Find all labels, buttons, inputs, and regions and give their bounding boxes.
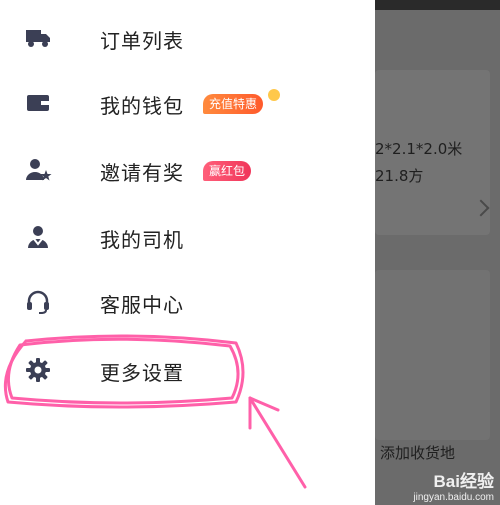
user-star-icon	[22, 155, 54, 185]
order-card: 2*2.1*2.0米 21.8方	[375, 70, 490, 235]
add-destination-text: 添加收货地	[380, 444, 456, 462]
red-packet-badge: 赢红包	[203, 161, 252, 181]
wallet-icon	[22, 88, 54, 118]
menu-item-label: 邀请有奖	[100, 161, 184, 185]
cargo-size-text: 2*2.1*2.0米	[375, 140, 463, 158]
menu-item-my-driver[interactable]: 我的司机	[0, 207, 375, 267]
menu-item-invite[interactable]: 邀请有奖 赢红包	[0, 140, 375, 200]
promo-badge: 充值特惠	[203, 94, 264, 114]
menu-item-order-list[interactable]: 订单列表	[0, 8, 375, 68]
watermark: Bai经验 jingyan.baidu.com	[413, 467, 494, 503]
background-app-dimmed: 2*2.1*2.0米 21.8方 添加收货地 Bai经验 jingyan.bai…	[375, 0, 500, 505]
gear-icon	[22, 355, 54, 385]
status-bar	[375, 0, 500, 10]
cargo-volume-text: 21.8方	[375, 167, 424, 185]
menu-item-wallet[interactable]: 我的钱包 充值特惠	[0, 73, 375, 133]
truck-icon	[22, 23, 54, 53]
watermark-logo: Bai经验	[433, 472, 494, 491]
menu-item-label: 更多设置	[100, 361, 184, 385]
menu-item-label: 我的司机	[100, 228, 184, 252]
menu-item-more-settings[interactable]: 更多设置	[0, 340, 375, 400]
navigation-drawer: 订单列表 我的钱包 充值特惠 邀请有奖 赢红包 我的司机 客服中心 更多设置	[0, 0, 375, 505]
driver-icon	[22, 222, 54, 252]
menu-item-label: 订单列表	[100, 29, 184, 53]
headset-icon	[22, 287, 54, 317]
menu-item-label: 客服中心	[100, 293, 184, 317]
watermark-url: jingyan.baidu.com	[413, 492, 494, 503]
menu-item-label: 我的钱包	[100, 94, 184, 118]
address-card: 添加收货地	[375, 270, 490, 462]
chevron-right-icon	[472, 199, 490, 217]
crown-icon	[268, 89, 280, 101]
menu-item-customer-service[interactable]: 客服中心	[0, 272, 375, 332]
